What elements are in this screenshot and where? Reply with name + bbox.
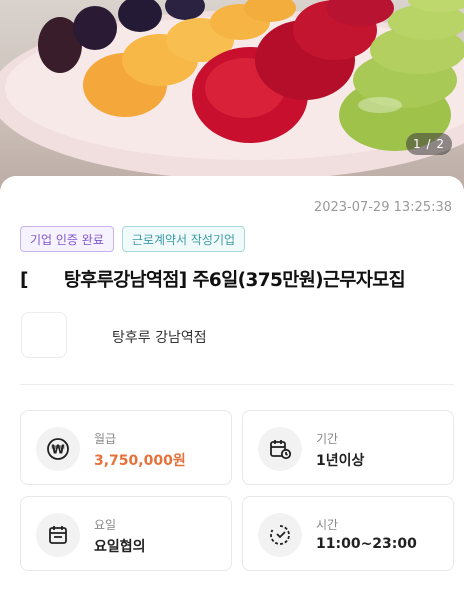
divider xyxy=(20,384,454,385)
period-label: 기간 xyxy=(316,432,339,446)
salary-value: 3,750,000원 xyxy=(94,453,186,469)
job-post-detail: 2023-07-29 13:25:38 기업 인증 완료 근로계약서 작성기업 … xyxy=(0,176,464,601)
hours-label: 시간 xyxy=(316,518,339,532)
hours-value: 11:00~23:00 xyxy=(316,536,417,552)
verified-company-badge: 기업 인증 완료 xyxy=(20,226,114,252)
clock-icon xyxy=(258,513,302,557)
calendar-icon xyxy=(36,513,80,557)
days-card: 요일 요일협의 xyxy=(20,496,232,571)
post-title-prefix: [ xyxy=(20,270,28,291)
hero-image-carousel[interactable]: 1 / 2 xyxy=(0,0,464,200)
post-title: [ 탕후루강남역점] 주6일(375만원)근무자모집 xyxy=(20,266,460,292)
hours-card: 시간 11:00~23:00 xyxy=(242,496,454,571)
svg-text:₩: ₩ xyxy=(51,443,65,457)
badge-list: 기업 인증 완료 근로계약서 작성기업 xyxy=(20,226,246,252)
company-name[interactable]: 탕후루 강남역점 xyxy=(112,327,207,347)
calendar-clock-icon xyxy=(258,427,302,471)
contract-company-badge: 근로계약서 작성기업 xyxy=(121,226,246,252)
won-icon: ₩ xyxy=(36,427,80,471)
company-logo[interactable] xyxy=(21,312,67,358)
page-indicator: 1 / 2 xyxy=(406,133,452,155)
redacted-area xyxy=(27,271,64,291)
period-value: 1년이상 xyxy=(316,453,365,469)
days-value: 요일협의 xyxy=(94,539,146,555)
tanghulu-photo xyxy=(0,0,464,180)
post-timestamp: 2023-07-29 13:25:38 xyxy=(313,200,452,215)
period-card: 기간 1년이상 xyxy=(242,410,454,485)
salary-label: 월급 xyxy=(94,432,117,446)
days-label: 요일 xyxy=(94,518,117,532)
salary-card: ₩ 월급 3,750,000원 xyxy=(20,410,232,485)
post-title-main: 탕후루강남역점] 주6일(375만원)근무자모집 xyxy=(63,270,406,291)
